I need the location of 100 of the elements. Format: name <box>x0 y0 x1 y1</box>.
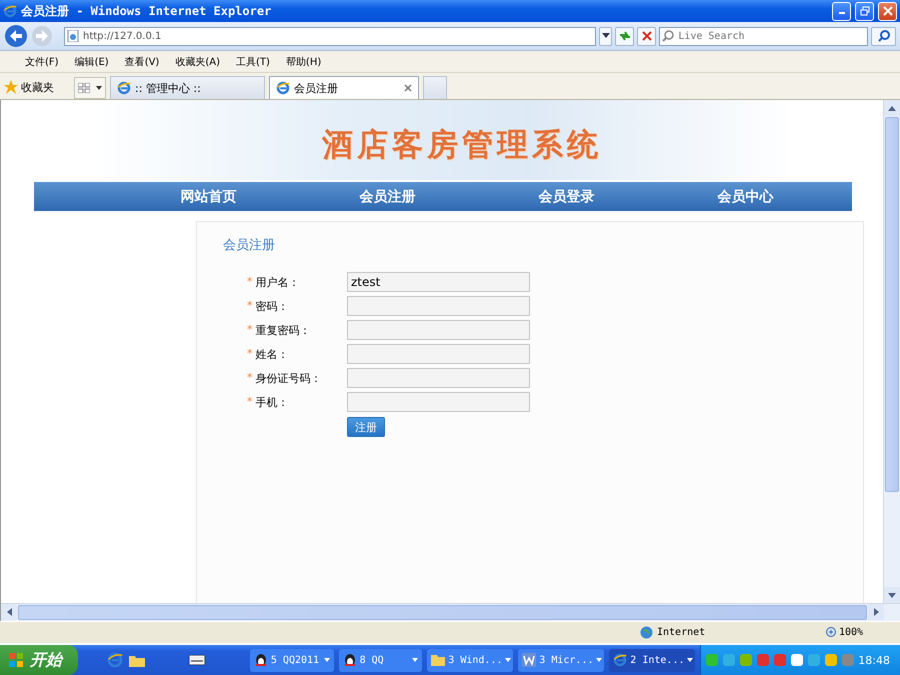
required-mark: * <box>247 370 252 386</box>
keyboard-icon[interactable] <box>188 655 205 665</box>
left-arrow-icon <box>6 608 12 616</box>
nav-link[interactable]: 会员中心 <box>718 188 774 206</box>
back-icon[interactable] <box>4 24 28 48</box>
search-button[interactable] <box>871 26 896 46</box>
field-label: 密码： <box>256 298 288 314</box>
required-mark: * <box>247 322 252 338</box>
caret-icon <box>596 658 602 662</box>
taskbar-button[interactable]: 8 QQ <box>338 648 422 672</box>
input-field[interactable]: ztest <box>347 272 530 292</box>
required-mark: * <box>247 394 252 410</box>
stop-button[interactable] <box>637 26 656 46</box>
field-label: 手机： <box>256 394 288 410</box>
required-mark: * <box>247 346 252 362</box>
start-button[interactable]: 开始 <box>0 645 78 675</box>
input-field[interactable] <box>347 368 530 388</box>
search-field[interactable]: Live Search <box>659 26 868 46</box>
field-label: 用户名： <box>256 274 300 290</box>
tray-icon[interactable] <box>756 653 770 667</box>
menu-item[interactable]: 帮助(H) <box>278 54 330 68</box>
star-icon <box>4 80 18 94</box>
taskbar-button[interactable]: 3 Micr... <box>518 648 604 672</box>
taskbar-button[interactable]: 5 QQ2011 <box>250 648 334 672</box>
browser-icon <box>276 81 290 95</box>
input-field[interactable] <box>347 296 530 316</box>
new-tab-button[interactable] <box>423 76 447 99</box>
refresh-icon <box>618 31 631 41</box>
folder-icon <box>431 653 446 667</box>
caret-icon <box>687 658 694 662</box>
caret-icon <box>96 86 102 90</box>
tray-icon[interactable] <box>722 653 736 667</box>
site-title: 酒店客房管理系统 <box>322 126 602 165</box>
nav-link[interactable]: 会员登录 <box>538 188 594 206</box>
right-arrow-icon <box>874 608 878 616</box>
zoom-button[interactable]: 100% <box>825 627 864 638</box>
required-mark: * <box>247 298 252 314</box>
caret-icon <box>505 658 512 662</box>
register-button[interactable]: 注册 <box>347 417 385 437</box>
menu-item[interactable]: 工具(T) <box>228 54 278 68</box>
browser-tab[interactable]: :: 管理中心 :: <box>110 76 265 99</box>
clock: 18:48 <box>858 654 890 666</box>
penguin-icon <box>342 653 357 667</box>
browser-tab[interactable]: 会员注册 <box>269 76 419 99</box>
down-arrow-icon <box>888 592 896 598</box>
field-label: 身份证号码： <box>256 370 322 386</box>
windows-logo-icon <box>8 652 24 668</box>
zoom-icon <box>825 627 836 638</box>
required-mark: * <box>247 274 252 290</box>
form-heading: 会员注册 <box>223 237 275 254</box>
input-field[interactable] <box>347 392 530 412</box>
caret-icon <box>412 658 418 662</box>
browser-icon <box>613 653 628 667</box>
taskbar-button[interactable]: 3 Wind... <box>427 648 514 672</box>
browser-icon <box>106 652 123 668</box>
horizontal-scrollbar[interactable] <box>1 603 900 621</box>
minimize-button[interactable] <box>832 2 851 20</box>
tray-icon[interactable] <box>773 653 788 667</box>
tray-icon[interactable] <box>790 653 804 667</box>
nav-link[interactable]: 会员注册 <box>360 188 416 206</box>
grid-icon <box>78 83 90 93</box>
restore-icon <box>860 6 870 16</box>
document-icon <box>522 653 536 667</box>
globe-icon <box>640 626 653 639</box>
dropdown-button[interactable] <box>599 26 612 46</box>
window-title: 会员注册 - Windows Internet Explorer <box>21 2 272 20</box>
menu-item[interactable]: 查看(V) <box>116 54 168 68</box>
chevron-icon <box>602 33 610 39</box>
page-icon <box>67 30 79 42</box>
field-label: 重复密码： <box>256 322 310 338</box>
input-field[interactable] <box>347 320 530 340</box>
caret-icon <box>324 658 330 662</box>
folder-icon[interactable] <box>128 654 145 666</box>
search-icon <box>878 30 890 42</box>
penguin-icon <box>254 653 268 667</box>
stop-icon <box>642 31 652 41</box>
menu-item[interactable]: 文件(F) <box>17 54 67 68</box>
tray-icon[interactable] <box>705 653 720 667</box>
restore-button[interactable] <box>855 2 874 20</box>
field-label: 姓名： <box>256 346 288 362</box>
tray-icon[interactable] <box>807 653 822 667</box>
taskbar-button[interactable]: 2 Inte... <box>609 648 696 672</box>
security-zone: Internet <box>657 627 706 638</box>
tray-icon[interactable] <box>739 653 754 667</box>
favorites-button[interactable]: 收藏夹 <box>4 75 54 99</box>
up-arrow-icon <box>888 106 896 110</box>
close-icon[interactable] <box>404 84 412 92</box>
input-field[interactable] <box>347 344 530 364</box>
menu-item[interactable]: 收藏夹(A) <box>167 54 228 68</box>
browser-icon <box>3 4 17 18</box>
close-button[interactable] <box>878 2 897 20</box>
nav-link[interactable]: 网站首页 <box>180 188 236 206</box>
quick-tabs-button[interactable] <box>74 77 106 99</box>
address-field[interactable]: http://127.0.0.1 <box>64 26 596 46</box>
close-icon <box>882 6 892 16</box>
menu-item[interactable]: 编辑(E) <box>66 54 117 68</box>
browser-icon <box>117 81 131 95</box>
tray-icon[interactable] <box>824 653 838 667</box>
vertical-scrollbar[interactable] <box>883 100 900 603</box>
search-icon <box>662 30 674 42</box>
